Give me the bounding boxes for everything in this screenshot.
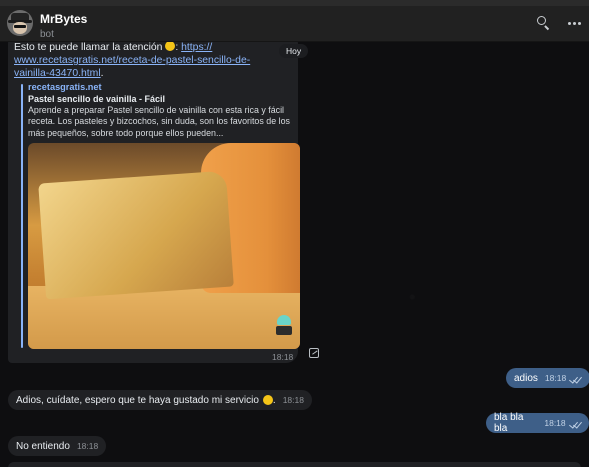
message-text: adios — [514, 372, 538, 384]
chat-area[interactable]: Esto te puede llamar la atención : https… — [0, 42, 589, 467]
message-time: 18:18 — [544, 373, 567, 383]
smiling-face-icon — [262, 395, 273, 405]
double-check-icon — [569, 375, 582, 382]
recipe-time: 18:18 — [272, 352, 294, 362]
recipe-message[interactable]: Esto te puede llamar la atención : https… — [8, 42, 300, 363]
search-icon[interactable] — [536, 15, 552, 31]
outgoing-message[interactable]: bla bla bla 18:18 — [486, 412, 589, 434]
recipe-text-prefix: Esto te puede llamar la atención — [14, 42, 163, 53]
bot-status: bot — [40, 29, 54, 40]
message-text: No entiendo — [16, 440, 70, 452]
bot-name: MrBytes — [40, 12, 88, 26]
message-time: 18:18 — [76, 441, 99, 451]
message-text: bla bla bla — [494, 412, 524, 434]
preview-site: recetasgratis.net — [28, 82, 102, 92]
date-separator: Hoy — [279, 44, 309, 58]
recipe-message-text: Esto te puede llamar la atención : https… — [14, 42, 251, 79]
cake-slice — [38, 170, 234, 300]
chat-title-block[interactable]: MrBytes bot — [40, 12, 87, 40]
smiling-face-icon — [165, 42, 176, 51]
incoming-message[interactable]: No entiendo 18:18 — [8, 436, 107, 456]
preview-title: Pastel sencillo de vainilla - Fácil — [28, 94, 166, 104]
recipe-link-line3[interactable]: vainilla-43470.html — [14, 68, 101, 79]
outgoing-message[interactable]: adios 18:18 — [506, 368, 589, 388]
chef-hat-icon — [275, 315, 293, 337]
share-icon[interactable] — [309, 348, 319, 358]
message-input-bar[interactable] — [8, 462, 581, 467]
preview-image[interactable] — [28, 143, 300, 349]
chat-header: MrBytes bot — [0, 0, 589, 42]
recipe-link-line1[interactable]: https:// — [181, 42, 212, 53]
message-time: 18:18 — [282, 395, 304, 405]
preview-description: Aprende a preparar Pastel sencillo de va… — [28, 105, 290, 138]
incoming-message[interactable]: Adios, cuídate, espero que te haya gusta… — [8, 390, 312, 410]
double-check-icon — [569, 420, 581, 427]
more-vertical-icon[interactable] — [566, 15, 582, 31]
recipe-link-line2[interactable]: www.recetasgratis.net/receta-de-pastel-s… — [14, 55, 250, 66]
preview-accent-bar — [21, 84, 23, 348]
message-text: Adios, cuídate, espero que te haya gusta… — [16, 394, 259, 406]
bot-avatar[interactable] — [7, 10, 33, 36]
message-time: 18:18 — [544, 418, 566, 428]
